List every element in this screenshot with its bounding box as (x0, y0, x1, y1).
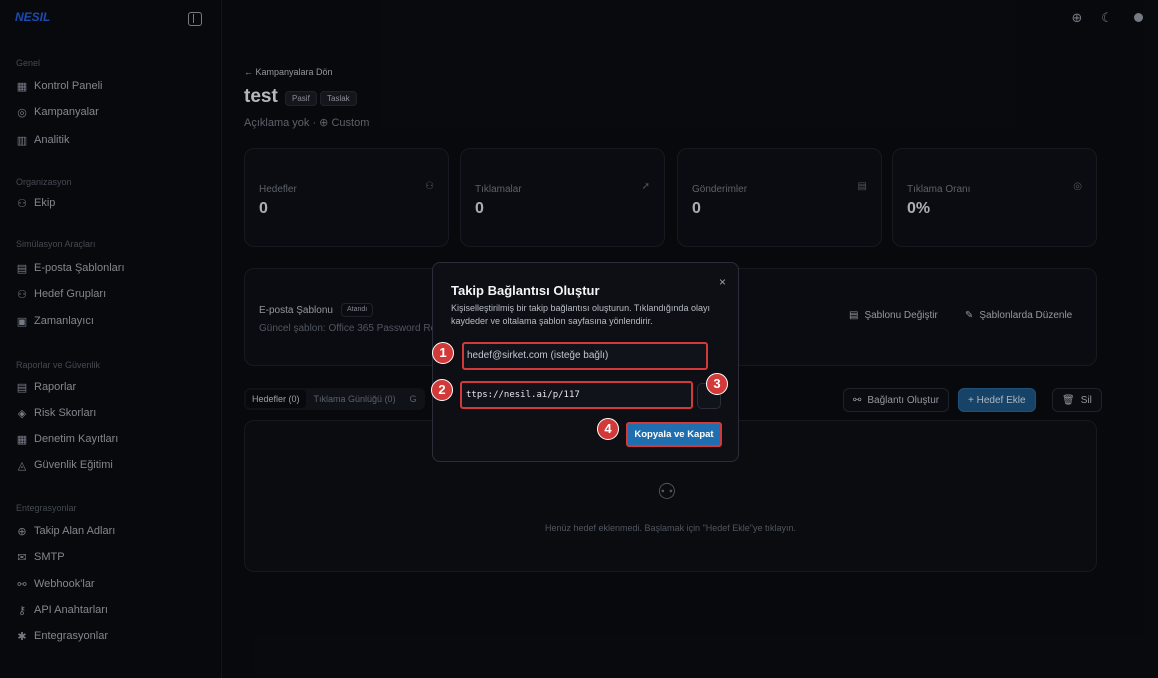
close-icon[interactable]: × (719, 275, 726, 289)
copy-and-close-button[interactable]: Kopyala ve Kapat (626, 422, 722, 447)
email-field[interactable]: hedef@sirket.com (isteğe bağlı) (462, 342, 708, 370)
tracking-link-field[interactable]: ttps://nesil.ai/p/117 (460, 381, 693, 409)
modal-title: Takip Bağlantısı Oluştur (451, 283, 600, 298)
step-marker-2: 2 (431, 379, 453, 401)
step-marker-3: 3 (706, 373, 728, 395)
step-marker-4: 4 (597, 418, 619, 440)
modal-description: Kişiselleştirilmiş bir takip bağlantısı … (451, 303, 710, 326)
step-marker-1: 1 (432, 342, 454, 364)
